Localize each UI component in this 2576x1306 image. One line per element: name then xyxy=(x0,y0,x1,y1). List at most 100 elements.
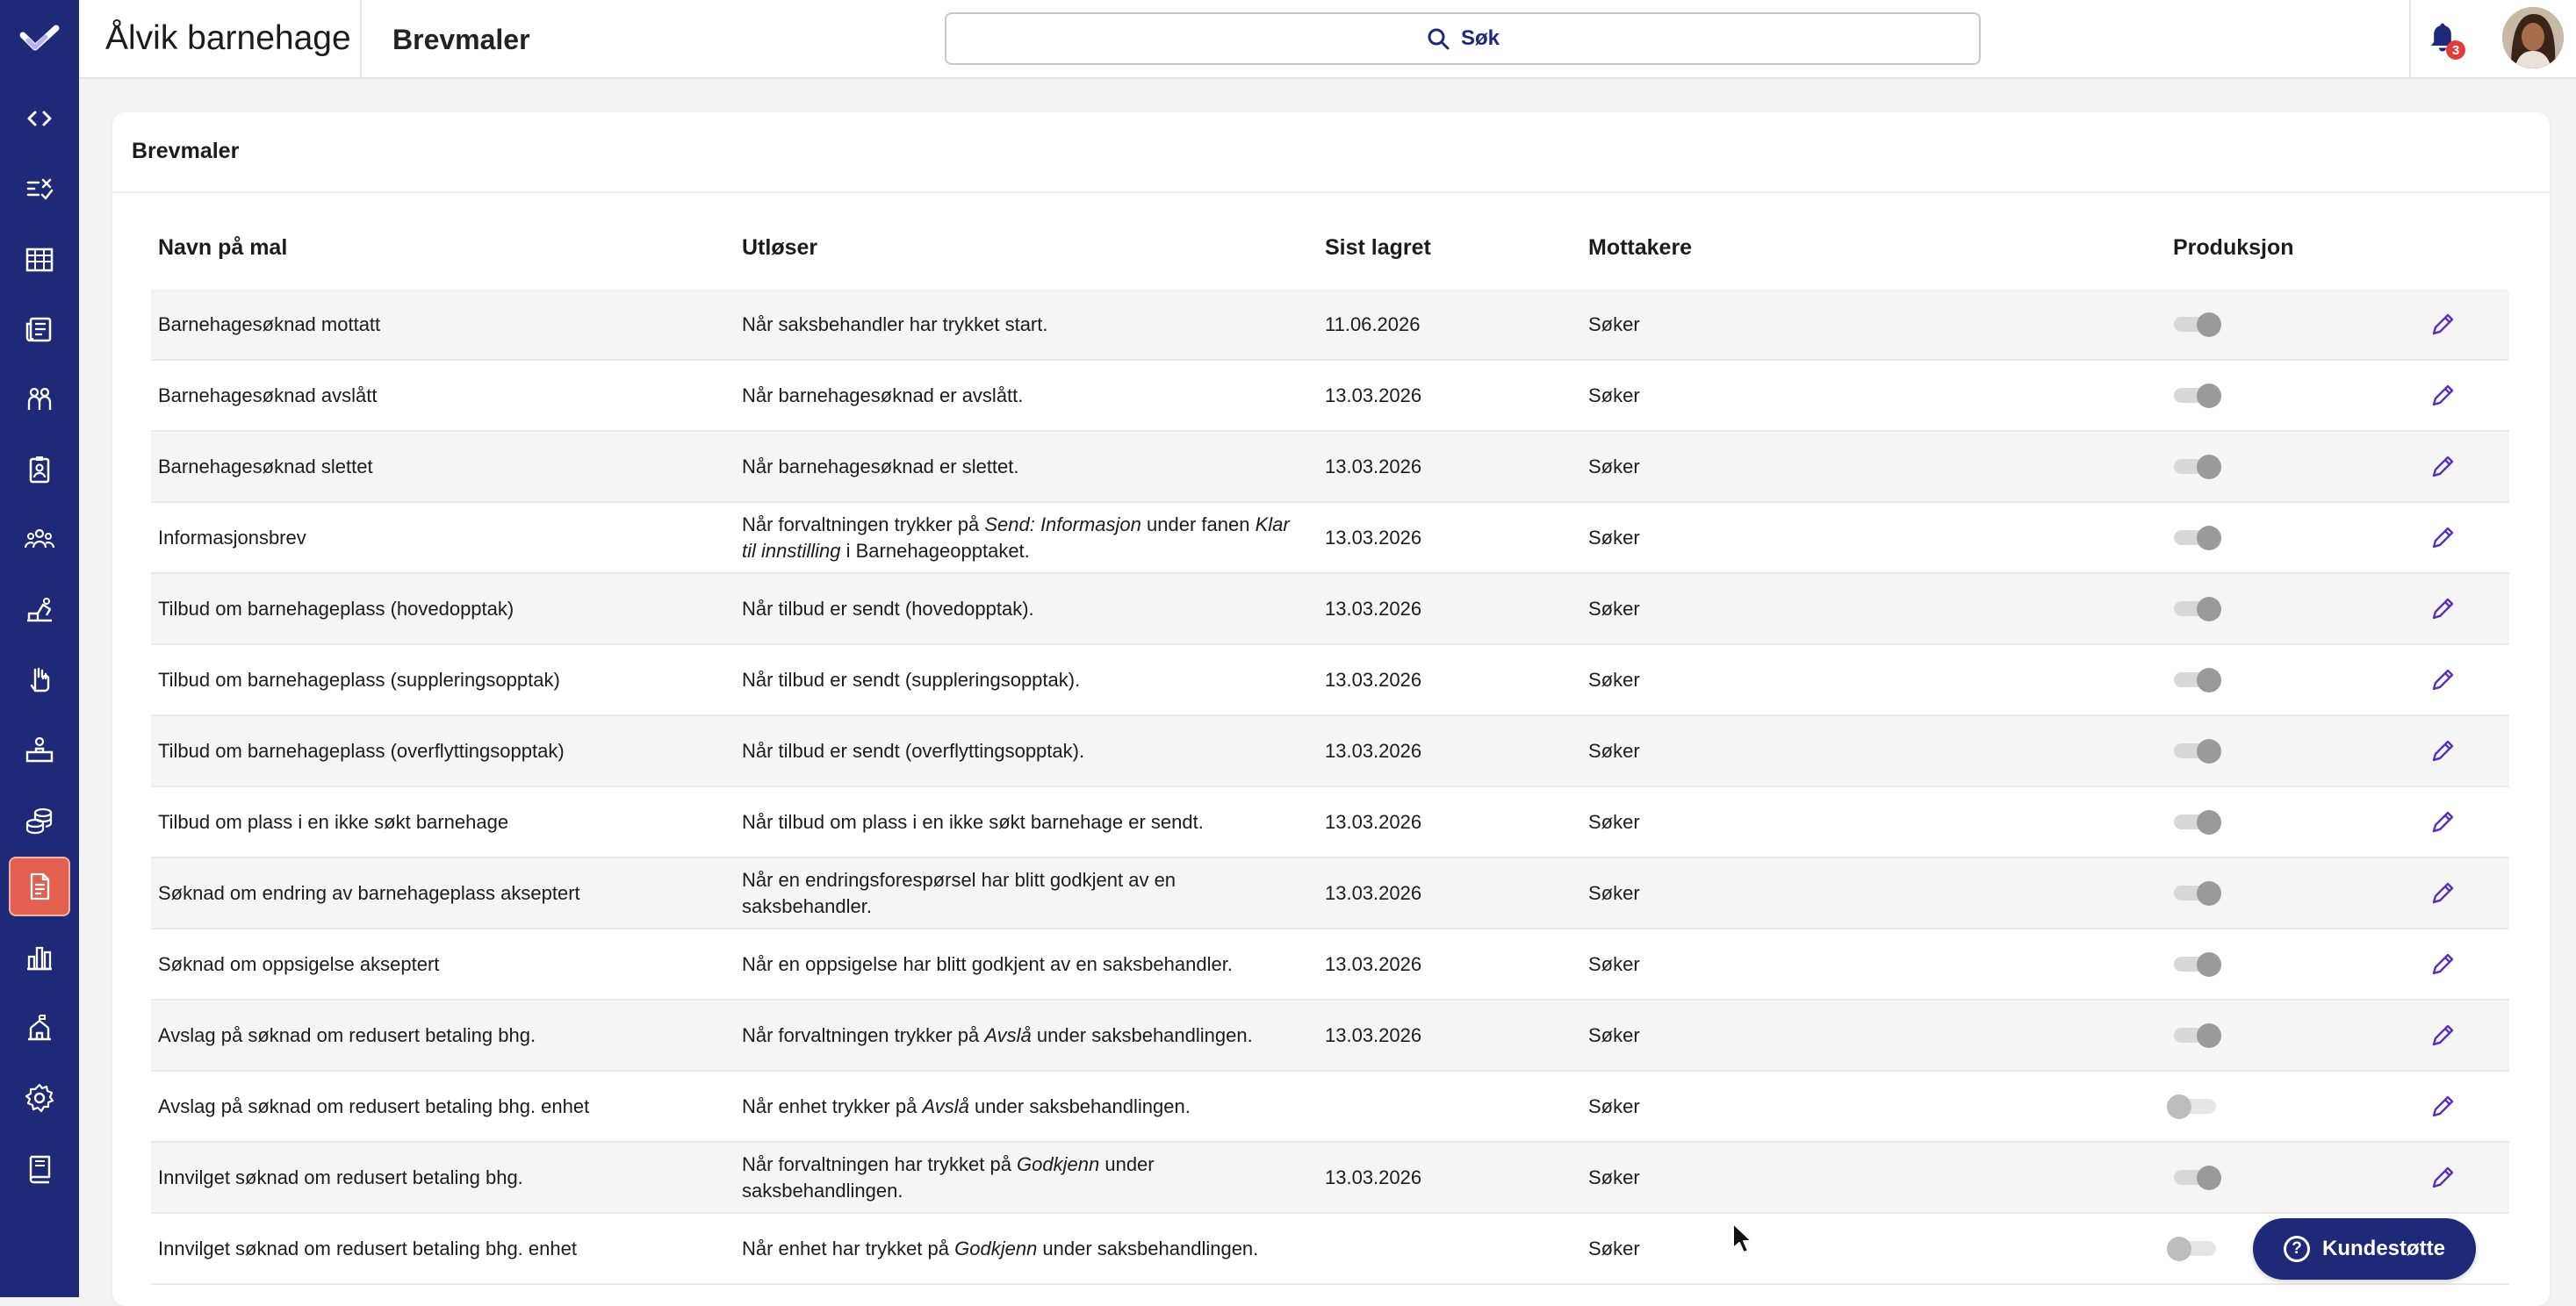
column-header-recipients[interactable]: Mottakere xyxy=(1588,235,1692,261)
children-group-icon[interactable] xyxy=(19,379,60,420)
app-logo-icon[interactable] xyxy=(19,21,60,58)
organization-name[interactable]: Ålvik barnehage xyxy=(105,19,351,58)
production-toggle[interactable] xyxy=(2170,668,2221,692)
last-saved-date: 13.03.2026 xyxy=(1325,668,1422,691)
table-row[interactable]: Barnehagesøknad mottatt Når saksbehandler… xyxy=(151,290,2509,361)
blocks-icon[interactable] xyxy=(19,590,60,630)
production-toggle[interactable] xyxy=(2167,1237,2220,1261)
table-row[interactable]: Avslag på søknad om redusert betaling bh… xyxy=(151,1001,2509,1072)
edit-pencil-icon[interactable] xyxy=(2428,1164,2457,1192)
template-name: Barnehagesøknad slettet xyxy=(158,455,373,477)
table-row[interactable]: Barnehagesøknad slettet Når barnehagesøkn… xyxy=(151,432,2509,503)
edit-pencil-icon[interactable] xyxy=(2428,595,2457,623)
last-saved-date: 13.03.2026 xyxy=(1325,881,1422,904)
table-row[interactable]: Søknad om oppsigelse akseptert Når en opp… xyxy=(151,929,2509,1001)
recipients: Søker xyxy=(1588,526,1640,549)
gear-icon[interactable] xyxy=(19,1078,60,1118)
people-group-icon[interactable] xyxy=(19,520,60,560)
customer-support-button[interactable]: ? Kundestøtte xyxy=(2253,1218,2476,1280)
table-row[interactable]: Tilbud om barnehageplass (overflyttingso… xyxy=(151,716,2509,787)
production-toggle[interactable] xyxy=(2170,455,2221,479)
edit-pencil-icon[interactable] xyxy=(2428,453,2457,481)
recipients: Søker xyxy=(1588,455,1640,477)
bar-chart-icon[interactable] xyxy=(19,937,60,978)
table-row[interactable]: Innvilget søknad om redusert betaling bh… xyxy=(151,1143,2509,1214)
search-input[interactable]: Søk xyxy=(945,12,1981,65)
checklist-icon[interactable] xyxy=(19,169,60,209)
edit-pencil-icon[interactable] xyxy=(2428,311,2457,339)
templates-card: Brevmaler Navn på mal Utløser Sist lagre… xyxy=(112,112,2550,1306)
recipients: Søker xyxy=(1588,739,1640,762)
edit-pencil-icon[interactable] xyxy=(2428,382,2457,410)
table-row[interactable]: Tilbud om plass i en ikke søkt barnehage… xyxy=(151,787,2509,858)
column-header-saved[interactable]: Sist lagret xyxy=(1325,235,1431,261)
last-saved-date: 13.03.2026 xyxy=(1325,1166,1422,1188)
divider xyxy=(360,0,362,77)
table-row[interactable]: Tilbud om barnehageplass (hovedopptak) Nå… xyxy=(151,574,2509,645)
template-trigger: Når en oppsigelse har blitt godkjent av … xyxy=(742,952,1233,975)
template-name: Barnehagesøknad avslått xyxy=(158,384,378,406)
template-name: Søknad om oppsigelse akseptert xyxy=(158,952,440,975)
table-row[interactable]: Barnehagesøknad avslått Når barnehagesøkn… xyxy=(151,361,2509,432)
production-toggle[interactable] xyxy=(2170,384,2221,408)
id-badge-icon[interactable] xyxy=(19,449,60,490)
table-row[interactable]: Søknad om endring av barnehageplass akse… xyxy=(151,858,2509,929)
edit-pencil-icon[interactable] xyxy=(2428,808,2457,836)
recipients: Søker xyxy=(1588,1094,1640,1117)
search-icon xyxy=(1428,28,1450,50)
table-header: Navn på mal Utløser Sist lagret Mottaker… xyxy=(151,235,2509,279)
edit-pencil-icon[interactable] xyxy=(2428,879,2457,908)
book-icon[interactable] xyxy=(19,1148,60,1188)
template-name: Innvilget søknad om redusert betaling bh… xyxy=(158,1166,523,1188)
column-header-production[interactable]: Produksjon xyxy=(2173,235,2294,261)
production-toggle[interactable] xyxy=(2170,881,2221,906)
calendar-grid-icon[interactable] xyxy=(19,239,60,279)
edit-pencil-icon[interactable] xyxy=(2428,737,2457,765)
support-label: Kundestøtte xyxy=(2322,1237,2445,1260)
template-trigger: Når tilbud er sendt (overflyttingsopptak… xyxy=(742,739,1085,762)
question-icon: ? xyxy=(2284,1236,2310,1262)
production-toggle[interactable] xyxy=(2170,952,2221,977)
template-trigger: Når enhet har trykket på Godkjenn under … xyxy=(742,1237,1259,1259)
production-toggle[interactable] xyxy=(2170,1166,2221,1190)
production-toggle[interactable] xyxy=(2170,739,2221,764)
production-toggle[interactable] xyxy=(2170,526,2221,550)
production-toggle[interactable] xyxy=(2167,1094,2220,1119)
recipients: Søker xyxy=(1588,1237,1640,1259)
newspaper-icon[interactable] xyxy=(19,309,60,349)
coins-icon[interactable] xyxy=(19,800,60,841)
recipients: Søker xyxy=(1588,597,1640,620)
edit-pencil-icon[interactable] xyxy=(2428,524,2457,552)
column-header-name[interactable]: Navn på mal xyxy=(158,235,287,261)
table-row[interactable]: Informasjonsbrev Når forvaltningen trykke… xyxy=(151,503,2509,574)
production-toggle[interactable] xyxy=(2170,810,2221,835)
table-row[interactable]: Avslag på søknad om redusert betaling bh… xyxy=(151,1072,2509,1143)
column-header-trigger[interactable]: Utløser xyxy=(742,235,817,261)
mouse-cursor-icon xyxy=(1732,1223,1752,1253)
notifications-button[interactable]: 3 xyxy=(2427,19,2465,61)
edit-pencil-icon[interactable] xyxy=(2428,1022,2457,1050)
last-saved-date: 13.03.2026 xyxy=(1325,810,1422,833)
raised-hand-icon[interactable] xyxy=(19,660,60,700)
production-toggle[interactable] xyxy=(2170,312,2221,337)
production-toggle[interactable] xyxy=(2170,1023,2221,1048)
table-row[interactable]: Innvilget søknad om redusert betaling bh… xyxy=(151,1214,2509,1285)
desk-icon[interactable] xyxy=(19,730,60,771)
edit-pencil-icon[interactable] xyxy=(2428,951,2457,979)
code-brackets-icon[interactable] xyxy=(19,98,60,139)
recipients: Søker xyxy=(1588,952,1640,975)
template-trigger: Når tilbud om plass i en ikke søkt barne… xyxy=(742,810,1204,833)
last-saved-date: 11.06.2026 xyxy=(1325,312,1421,335)
page-title: Brevmaler xyxy=(392,24,530,55)
document-icon[interactable] xyxy=(9,857,70,916)
table-row[interactable]: Tilbud om barnehageplass (suppleringsopp… xyxy=(151,645,2509,716)
templates-table-body: Barnehagesøknad mottatt Når saksbehandler… xyxy=(151,290,2509,1285)
school-building-icon[interactable] xyxy=(19,1008,60,1048)
avatar[interactable] xyxy=(2502,7,2564,68)
edit-pencil-icon[interactable] xyxy=(2428,1093,2457,1121)
template-trigger: Når saksbehandler har trykket start. xyxy=(742,312,1048,335)
search-label: Søk xyxy=(1460,26,1500,50)
edit-pencil-icon[interactable] xyxy=(2428,666,2457,694)
production-toggle[interactable] xyxy=(2170,597,2221,621)
recipients: Søker xyxy=(1588,881,1640,904)
